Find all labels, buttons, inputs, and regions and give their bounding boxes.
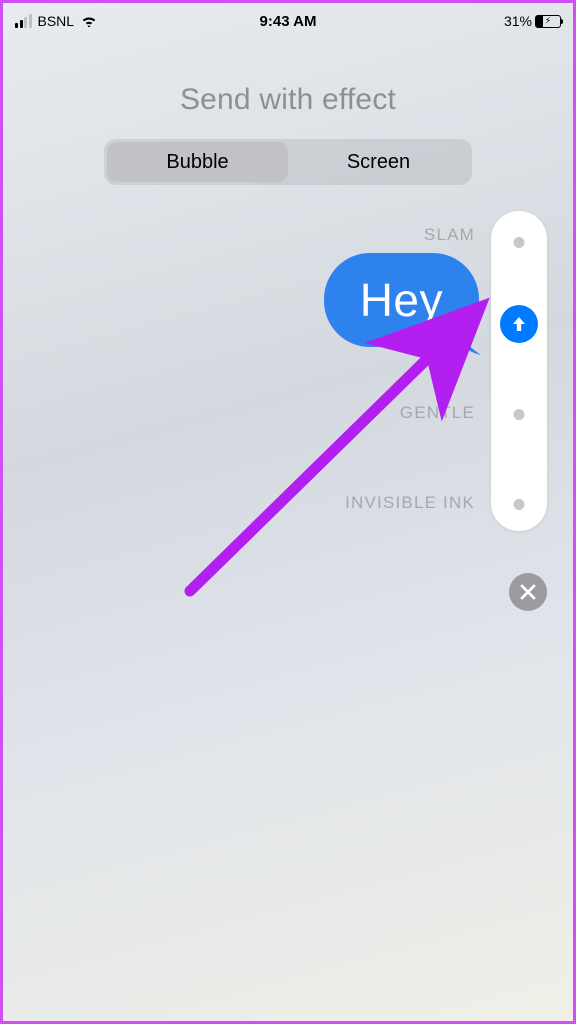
close-button[interactable]	[509, 573, 547, 611]
battery-icon: ⚡︎	[535, 15, 561, 28]
effect-type-segmented[interactable]: Bubble Screen	[104, 139, 472, 185]
send-button[interactable]	[500, 305, 538, 343]
effect-label-slam: SLAM	[424, 225, 475, 245]
status-bar: BSNL 9:43 AM 31% ⚡︎	[3, 3, 573, 35]
effect-label-invisible: INVISIBLE INK	[345, 493, 475, 513]
effect-dot-slam[interactable]	[514, 237, 525, 248]
status-time: 9:43 AM	[260, 13, 317, 30]
status-left: BSNL	[15, 13, 97, 29]
effects-panel: SLAM Hey GENTLE INVISIBLE INK	[45, 211, 555, 631]
carrier-label: BSNL	[38, 13, 75, 29]
tab-screen[interactable]: Screen	[288, 142, 469, 182]
effect-dot-gentle[interactable]	[514, 409, 525, 420]
wifi-icon	[81, 15, 97, 27]
effect-selector-track	[491, 211, 547, 531]
battery-percent: 31%	[504, 13, 532, 29]
arrow-up-icon	[509, 314, 529, 334]
page-title: Send with effect	[3, 83, 573, 117]
close-icon	[520, 584, 536, 600]
cellular-signal-icon	[15, 14, 32, 28]
tab-bubble[interactable]: Bubble	[107, 142, 288, 182]
effect-label-gentle: GENTLE	[400, 403, 475, 423]
status-right: 31% ⚡︎	[504, 13, 561, 29]
bubble-tail-icon	[453, 329, 483, 359]
effect-dot-invisible[interactable]	[514, 499, 525, 510]
